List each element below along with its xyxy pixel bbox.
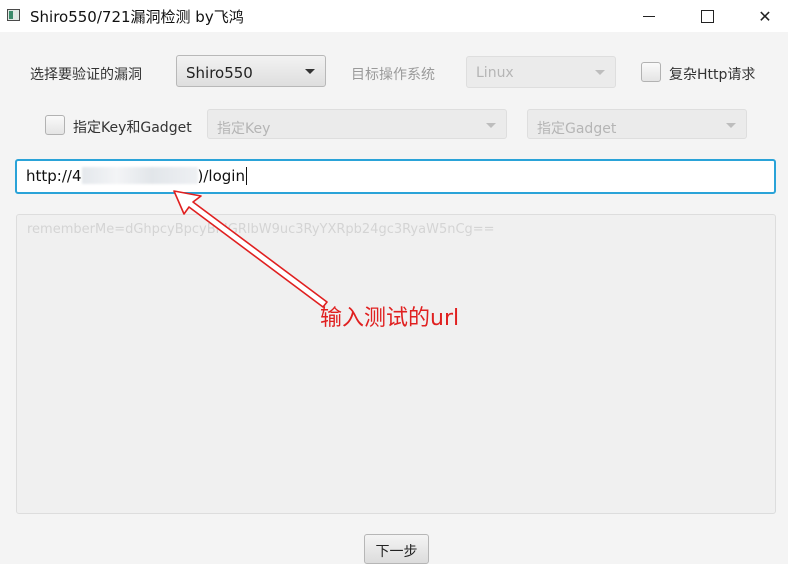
vuln-select[interactable]: Shiro550 xyxy=(176,55,326,87)
gadget-select[interactable]: 指定Gadget xyxy=(527,109,747,139)
redacted-host-mask xyxy=(81,167,198,184)
complex-http-label: 复杂Http请求 xyxy=(669,67,756,83)
chevron-down-icon xyxy=(486,123,496,128)
result-placeholder: rememberMe=dGhpcyBpcyBhIGRlbW9uc3RyYXRpb… xyxy=(27,222,495,237)
key-gadget-label: 指定Key和Gadget xyxy=(73,120,192,136)
title-bar: Shiro550/721漏洞检测 by飞鸿 ✕ xyxy=(0,0,788,32)
vuln-label: 选择要验证的漏洞 xyxy=(30,67,142,83)
chevron-down-icon xyxy=(726,123,736,128)
maximize-button[interactable] xyxy=(684,0,730,32)
app-icon xyxy=(7,9,20,21)
key-select[interactable]: 指定Key xyxy=(207,109,507,139)
url-prefix: http://4 xyxy=(26,167,82,185)
gadget-select-placeholder: 指定Gadget xyxy=(537,121,617,137)
result-textarea[interactable]: rememberMe=dGhpcyBpcyBhIGRlbW9uc3RyYXRpb… xyxy=(16,214,776,514)
window-title: Shiro550/721漏洞检测 by飞鸿 xyxy=(30,8,244,26)
annotation-label: 输入测试的url xyxy=(320,306,460,331)
key-select-placeholder: 指定Key xyxy=(217,121,271,137)
minimize-button[interactable] xyxy=(626,0,672,32)
os-label: 目标操作系统 xyxy=(351,67,435,83)
complex-http-checkbox[interactable] xyxy=(641,62,661,82)
url-suffix: )/login xyxy=(197,167,245,185)
chevron-down-icon xyxy=(595,70,605,75)
key-gadget-checkbox[interactable] xyxy=(45,115,65,135)
text-caret xyxy=(245,167,247,185)
vuln-select-value: Shiro550 xyxy=(186,64,253,82)
chevron-down-icon xyxy=(305,69,315,74)
os-select[interactable]: Linux xyxy=(466,56,616,88)
close-button[interactable]: ✕ xyxy=(742,0,788,32)
os-select-value: Linux xyxy=(476,65,514,81)
url-input[interactable]: http://4 )/login xyxy=(15,159,776,194)
